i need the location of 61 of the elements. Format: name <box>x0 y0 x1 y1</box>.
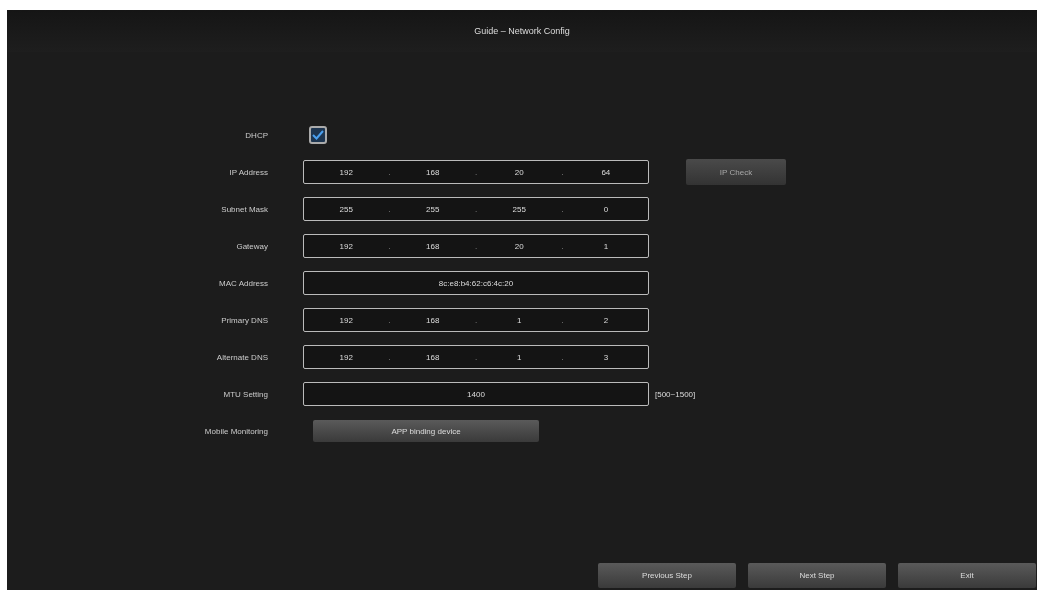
octet-value: 255 <box>511 204 527 214</box>
ip-field[interactable]: 192 . 168 . 20 . 1 <box>303 234 649 258</box>
input-field[interactable]: 8c:e8:b4:62:c6:4c:20 <box>303 271 649 295</box>
octet-value: 192 <box>338 352 354 362</box>
octet-value: 1 <box>516 315 523 325</box>
separator-dot: . <box>388 241 391 251</box>
ip-field[interactable]: 192 . 168 . 20 . 64 <box>303 160 649 184</box>
separator-dot: . <box>474 315 478 325</box>
input-field[interactable]: 1400 <box>303 382 649 406</box>
separator-dot: . <box>561 204 564 214</box>
octet-value: 255 <box>425 204 441 214</box>
separator-dot: . <box>561 315 564 325</box>
separator-dot: . <box>388 352 391 362</box>
octet-value: 64 <box>600 167 612 177</box>
range-hint: [500~1500] <box>655 389 696 399</box>
separator-dot: . <box>474 352 478 362</box>
octet-value: 168 <box>425 352 441 362</box>
ip-field[interactable]: 192 . 168 . 1 . 3 <box>303 345 649 369</box>
octet-value: 20 <box>513 167 525 177</box>
separator-dot: . <box>561 352 564 362</box>
field-label: DHCP <box>244 130 269 140</box>
check-icon <box>312 130 324 140</box>
separator-dot: . <box>561 167 564 177</box>
octet-value: 192 <box>338 167 354 177</box>
window-title: Guide – Network Config <box>474 26 570 36</box>
separator-dot: . <box>388 204 391 214</box>
ip-field[interactable]: 192 . 168 . 1 . 2 <box>303 308 649 332</box>
field-label: Alternate DNS <box>215 352 269 362</box>
field-label: Subnet Mask <box>220 204 269 214</box>
field-label: Primary DNS <box>220 315 269 325</box>
octet-value: 168 <box>425 167 441 177</box>
octet-value: 192 <box>338 241 354 251</box>
octet-value: 1 <box>516 352 523 362</box>
field-value: 1400 <box>466 389 486 399</box>
step-button[interactable]: Previous Step <box>598 563 736 588</box>
octet-value: 2 <box>602 315 610 325</box>
app-binding-button[interactable]: APP binding device <box>313 420 539 442</box>
dhcp-checkbox[interactable] <box>309 126 327 144</box>
field-label: MTU Setting <box>222 389 269 399</box>
octet-value: 168 <box>425 315 441 325</box>
ip-field[interactable]: 255 . 255 . 255 . 0 <box>303 197 649 221</box>
separator-dot: . <box>388 315 391 325</box>
octet-value: 1 <box>602 241 610 251</box>
field-label: MAC Address <box>218 278 269 288</box>
octet-value: 3 <box>602 352 610 362</box>
separator-dot: . <box>388 167 391 177</box>
separator-dot: . <box>561 241 564 251</box>
octet-value: 168 <box>425 241 441 251</box>
field-label: Gateway <box>235 241 269 251</box>
field-label: Mobile Monitoring <box>203 426 269 436</box>
field-value: 8c:e8:b4:62:c6:4c:20 <box>437 278 515 288</box>
octet-value: 20 <box>513 241 525 251</box>
octet-value: 255 <box>338 204 354 214</box>
octet-value: 192 <box>338 315 354 325</box>
step-button[interactable]: Next Step <box>748 563 886 588</box>
separator-dot: . <box>474 167 478 177</box>
field-label: IP Address <box>228 167 269 177</box>
step-button[interactable]: Exit <box>898 563 1036 588</box>
octet-value: 0 <box>602 204 610 214</box>
separator-dot: . <box>474 241 478 251</box>
separator-dot: . <box>474 204 478 214</box>
